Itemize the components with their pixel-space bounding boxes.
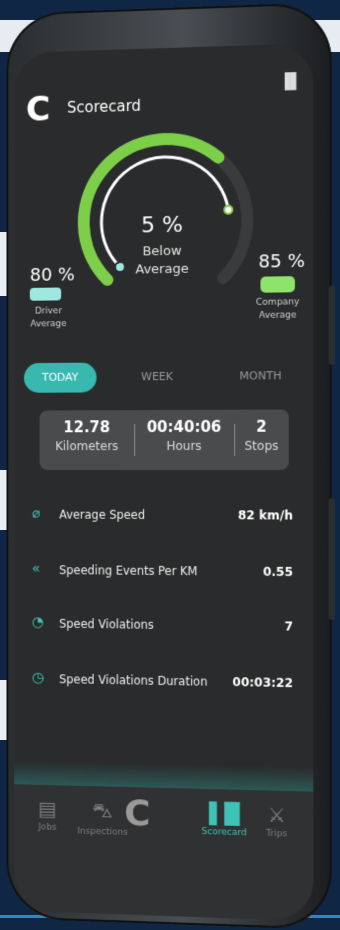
nav-scorecard[interactable]: ▐▐▌ Scorecard xyxy=(196,801,252,839)
walking-icon: ⚔ xyxy=(256,802,297,827)
metric-speed-violations: ◔ Speed Violations 7 xyxy=(32,614,293,639)
kilometers-label: Kilometers xyxy=(44,439,131,453)
below-average-value: 5 % xyxy=(14,210,313,241)
stops-label: Stops xyxy=(236,439,287,453)
summary-kilometers: 12.78 Kilometers xyxy=(44,418,131,453)
summary-stops: 2 Stops xyxy=(236,418,287,453)
metric-value: 0.55 xyxy=(263,565,293,579)
power-button xyxy=(329,498,335,620)
metric-label: Average Speed xyxy=(59,508,145,522)
metric-average-speed: ⌀ Average Speed 82 km/h xyxy=(32,506,293,529)
stops-value: 2 xyxy=(236,418,287,436)
summary-divider xyxy=(134,424,135,456)
nav-scorecard-label: Scorecard xyxy=(196,827,252,839)
metric-value: 00:03:22 xyxy=(232,675,292,690)
bar-chart-icon: ▐▐▌ xyxy=(196,801,252,827)
nav-trips[interactable]: ⚔ Trips xyxy=(256,802,297,839)
hours-label: Hours xyxy=(138,439,230,453)
company-average-value: 85 % xyxy=(258,251,304,273)
summary-hours: 00:40:06 Hours xyxy=(138,418,230,453)
chart-icon[interactable]: ▐▌ xyxy=(279,72,302,91)
kilometers-value: 12.78 xyxy=(44,418,131,436)
company-label-line1: Company xyxy=(242,296,313,310)
phone-frame: C Scorecard ▐▌ 5 % Below Average 80 % Dr… xyxy=(6,2,331,930)
period-tabs: TODAY WEEK MONTH xyxy=(24,361,303,393)
driver-average-swatch xyxy=(30,287,61,300)
metric-label: Speed Violations xyxy=(59,617,154,632)
nav-jobs[interactable]: ▤ Jobs xyxy=(26,796,69,833)
home-logo-icon[interactable]: C xyxy=(124,793,150,835)
nav-jobs-label: Jobs xyxy=(26,822,69,833)
metric-speeding-events: « Speeding Events Per KM 0.55 xyxy=(32,561,293,585)
summary-divider xyxy=(234,424,235,456)
bottom-nav: ▤ Jobs ⛍ Inspections C ▐▐▌ Scorecard ⚔ T… xyxy=(14,784,313,921)
driver-average-value: 80 % xyxy=(30,264,75,285)
metric-label: Speeding Events Per KM xyxy=(59,563,197,578)
nav-trips-label: Trips xyxy=(256,829,297,840)
speed-icon: ⌀ xyxy=(32,506,40,522)
metric-value: 7 xyxy=(284,619,292,633)
tab-today[interactable]: TODAY xyxy=(24,363,97,393)
stopwatch-icon: ◷ xyxy=(32,670,44,686)
briefcase-icon: ▤ xyxy=(26,796,69,821)
app-screen: C Scorecard ▐▌ 5 % Below Average 80 % Dr… xyxy=(14,43,313,921)
metric-violations-duration: ◷ Speed Violations Duration 00:03:22 xyxy=(32,670,293,696)
metric-value: 82 km/h xyxy=(238,508,293,522)
tab-week[interactable]: WEEK xyxy=(120,362,194,392)
driver-average-label: Driver Average xyxy=(24,305,73,331)
driver-label-line2: Average xyxy=(24,318,73,331)
hours-value: 00:40:06 xyxy=(138,418,230,436)
company-average-label: Company Average xyxy=(242,296,313,323)
trip-summary: 12.78 Kilometers 00:40:06 Hours 2 Stops xyxy=(40,409,289,470)
company-average-swatch xyxy=(260,276,295,293)
tab-month[interactable]: MONTH xyxy=(218,361,303,392)
app-logo: C xyxy=(26,89,50,129)
company-label-line2: Average xyxy=(242,309,313,323)
speeding-events-icon: « xyxy=(32,561,40,577)
page-title: Scorecard xyxy=(67,97,141,117)
metric-label: Speed Violations Duration xyxy=(59,672,207,688)
volume-button xyxy=(329,286,335,365)
driver-label-line1: Driver xyxy=(24,305,73,318)
speedometer-icon: ◔ xyxy=(32,614,44,630)
